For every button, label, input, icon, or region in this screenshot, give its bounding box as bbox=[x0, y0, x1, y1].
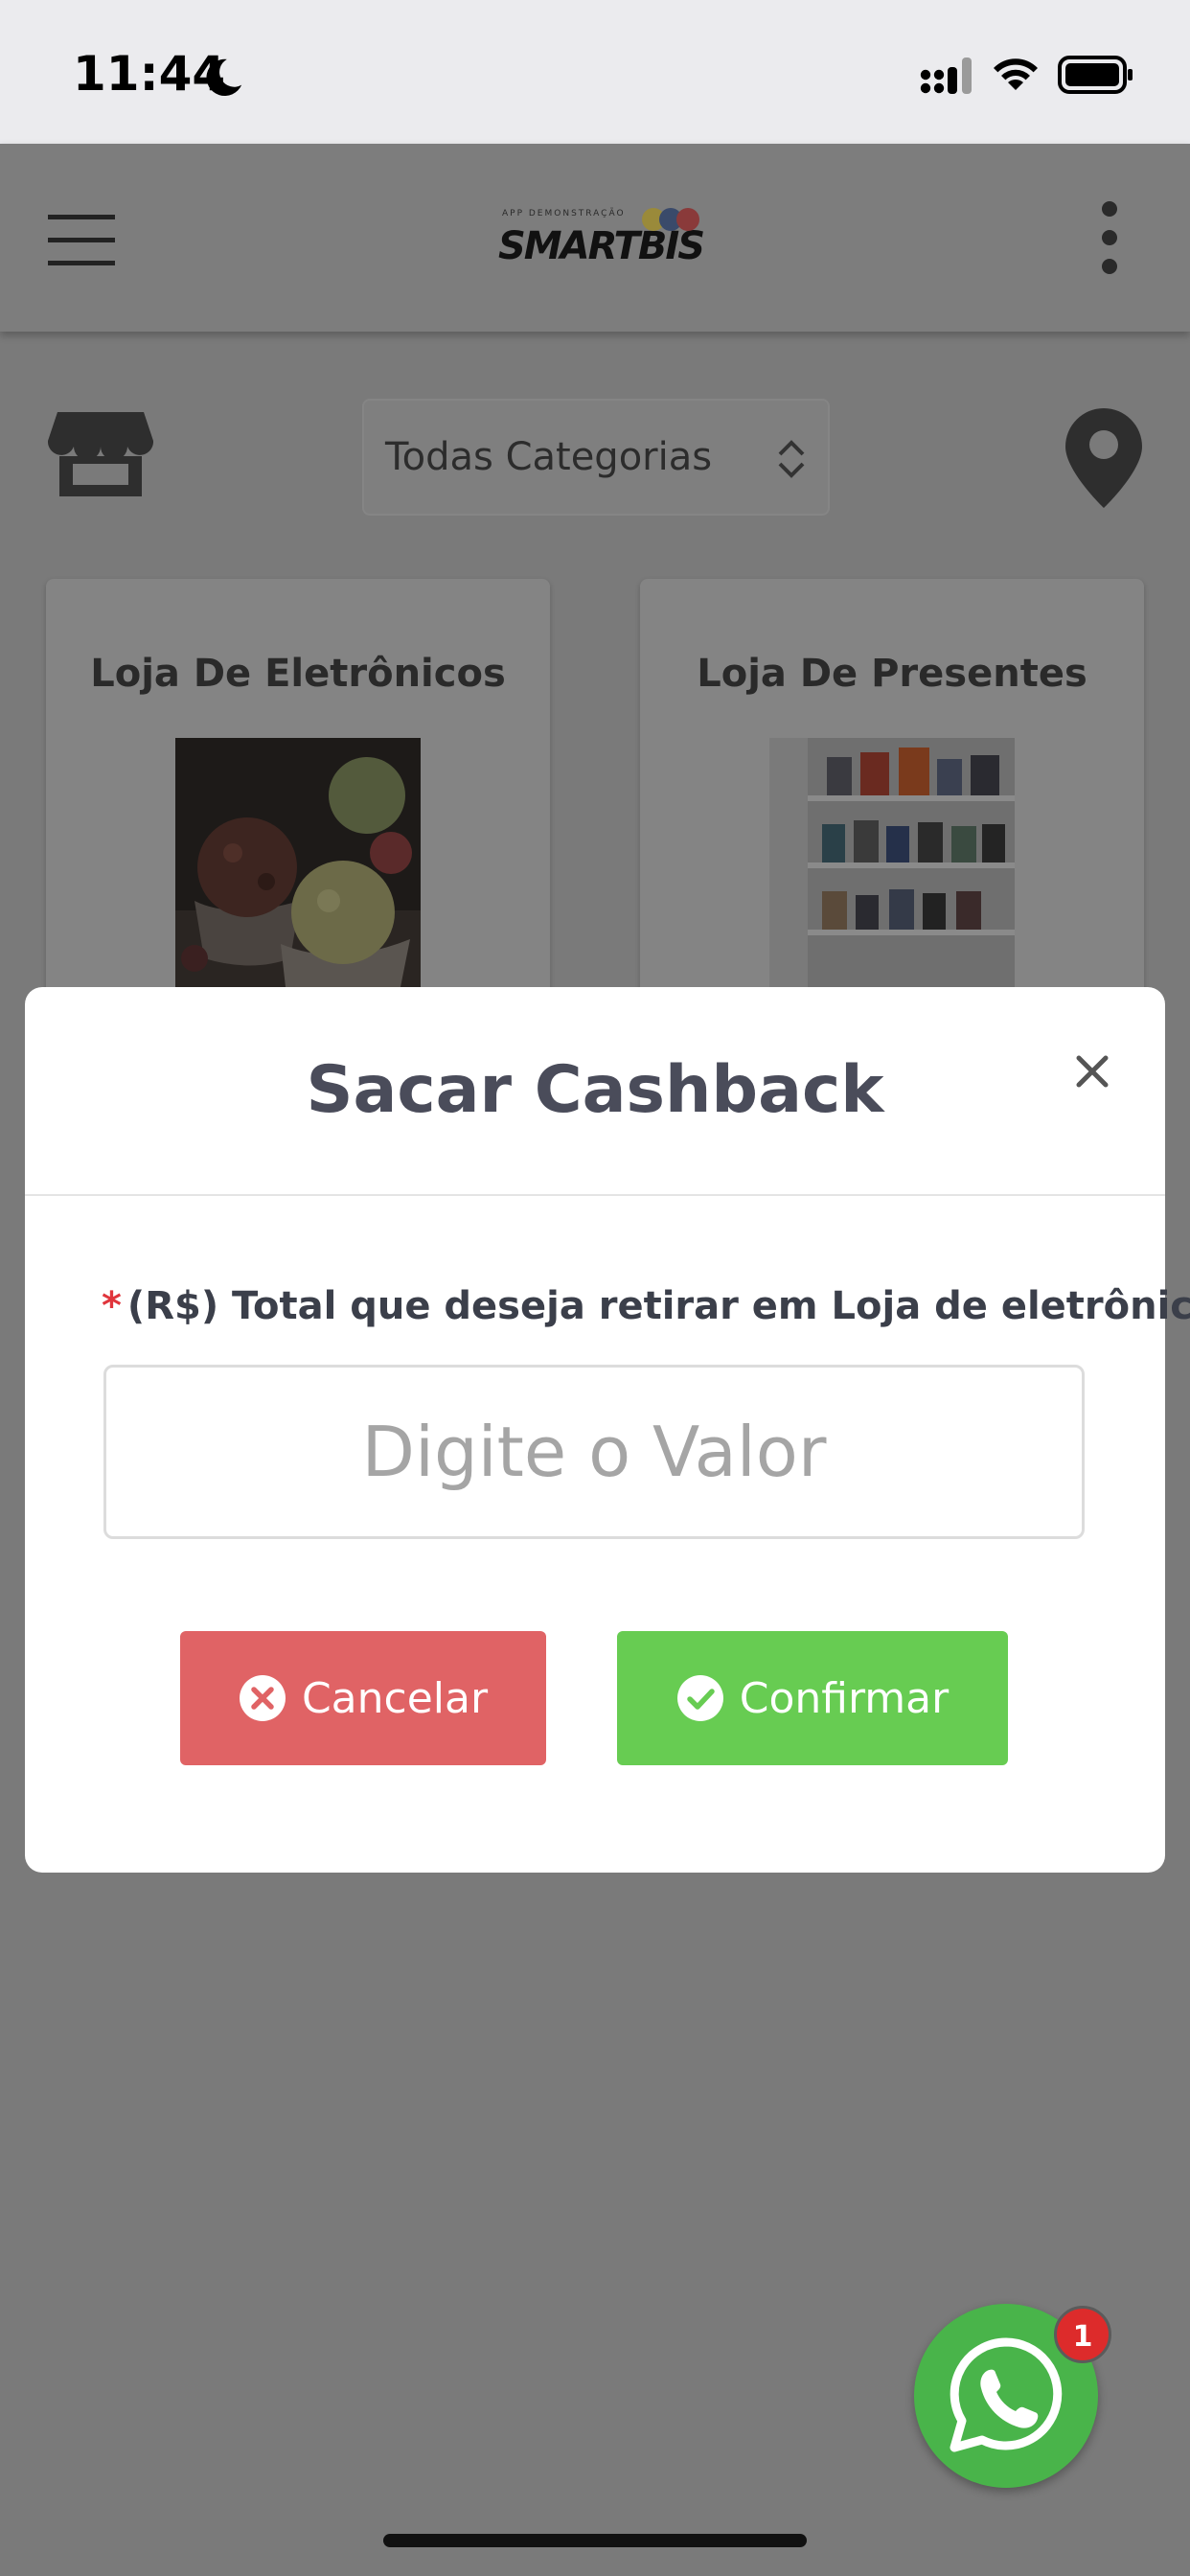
logo-dots-icon bbox=[642, 208, 699, 231]
cancel-label: Cancelar bbox=[301, 1673, 489, 1723]
cashback-modal: Sacar Cashback * (R$) Total que deseja re… bbox=[25, 987, 1190, 1873]
field-label-text: (R$) Total que deseja retirar em Loja de… bbox=[126, 1284, 1190, 1328]
store-card-title: Loja De Eletrônicos bbox=[90, 652, 506, 696]
more-options-icon[interactable] bbox=[1100, 199, 1119, 276]
chevron-up-down-icon bbox=[778, 440, 805, 478]
cellular-signal-icon bbox=[920, 58, 972, 94]
hamburger-menu-icon[interactable] bbox=[48, 213, 115, 266]
app-header: APP DEMONSTRAÇÃO SMARTBIS bbox=[0, 144, 1190, 332]
confirm-check-circle-icon bbox=[676, 1675, 723, 1721]
close-icon[interactable] bbox=[1071, 1050, 1113, 1092]
whatsapp-icon bbox=[950, 2337, 1063, 2452]
app-logo: APP DEMONSTRAÇÃO SMARTBIS bbox=[496, 207, 705, 274]
category-select-value: Todas Categorias bbox=[385, 435, 713, 479]
location-pin-icon[interactable] bbox=[1064, 406, 1144, 510]
home-indicator[interactable] bbox=[383, 2534, 807, 2547]
status-bar: 11:44 bbox=[0, 0, 1190, 144]
value-input[interactable] bbox=[103, 1365, 1085, 1539]
store-icon[interactable] bbox=[48, 410, 153, 498]
store-card-presentes[interactable]: Loja De Presentes bbox=[640, 579, 1144, 1000]
battery-icon bbox=[1058, 56, 1133, 94]
wifi-icon bbox=[994, 58, 1038, 90]
cancel-button[interactable]: Cancelar bbox=[180, 1631, 546, 1765]
confirm-button[interactable]: Confirmar bbox=[617, 1631, 1008, 1765]
modal-title: Sacar Cashback bbox=[306, 1052, 884, 1128]
modal-divider bbox=[25, 1194, 1165, 1196]
store-card-title: Loja De Presentes bbox=[697, 652, 1087, 696]
store-image-shelves bbox=[769, 738, 1015, 987]
cancel-circle-x-icon bbox=[239, 1675, 286, 1721]
category-select[interactable]: Todas Categorias bbox=[362, 399, 830, 516]
notification-badge: 1 bbox=[1054, 2306, 1111, 2363]
logo-subtitle: APP DEMONSTRAÇÃO bbox=[502, 209, 626, 218]
store-card-eletronicos[interactable]: Loja De Eletrônicos bbox=[46, 579, 550, 1000]
field-label: * (R$) Total que deseja retirar em Loja d… bbox=[102, 1284, 1190, 1328]
store-image-ice-cream bbox=[175, 738, 421, 987]
moon-icon bbox=[206, 58, 242, 97]
confirm-label: Confirmar bbox=[739, 1673, 950, 1723]
required-marker: * bbox=[102, 1284, 122, 1328]
